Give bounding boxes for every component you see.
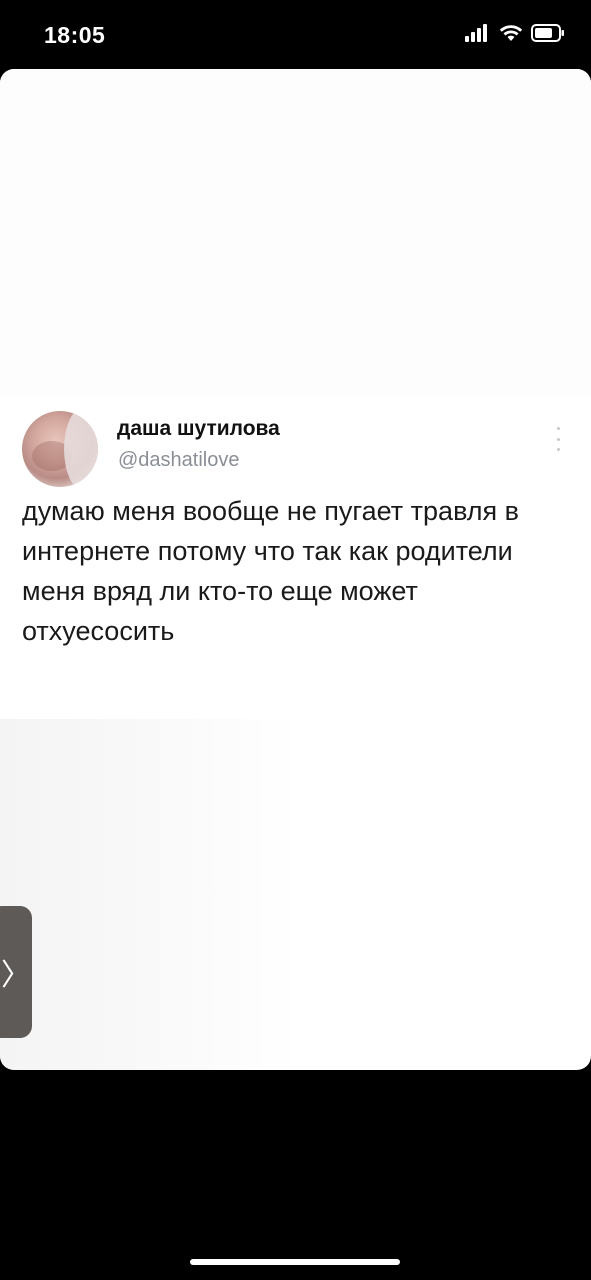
chevron-right-icon: 〉 xyxy=(1,958,31,993)
card-blank-area xyxy=(0,69,591,395)
menu-dot xyxy=(556,427,560,430)
wifi-icon xyxy=(499,25,523,41)
status-time: 18:05 xyxy=(44,22,106,48)
tweet-text: думаю меня вообще не пугает травля в инт… xyxy=(22,496,520,646)
side-handle[interactable]: 〉 xyxy=(0,906,32,1038)
display-name[interactable]: даша шутилова xyxy=(117,417,280,441)
status-icons xyxy=(465,24,565,42)
card-shadow-area xyxy=(0,719,300,1070)
avatar[interactable] xyxy=(22,411,98,487)
avatar-hair xyxy=(64,411,98,487)
menu-dot xyxy=(556,448,560,451)
home-indicator[interactable] xyxy=(190,1259,400,1265)
cellular-signal-icon xyxy=(465,24,487,42)
user-handle[interactable]: @dashatilove xyxy=(118,449,239,472)
battery-icon xyxy=(531,24,564,42)
phone-screen: 18:05 даша шутилова @dashatilove думаю м… xyxy=(0,0,591,1280)
menu-dot xyxy=(556,437,560,441)
post-card: даша шутилова @dashatilove думаю меня во… xyxy=(0,69,591,1070)
more-vertical-icon[interactable] xyxy=(555,427,561,451)
status-bar: 18:05 xyxy=(0,0,591,70)
